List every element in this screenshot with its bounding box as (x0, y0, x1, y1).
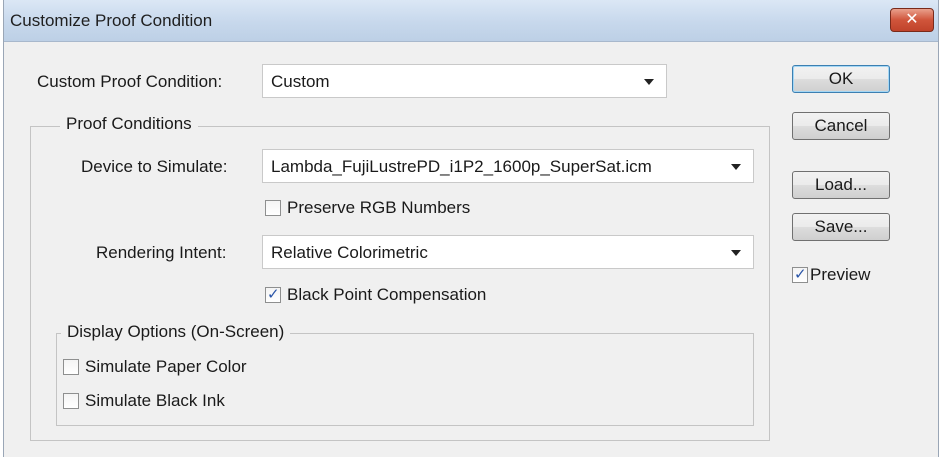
custom-condition-label: Custom Proof Condition: (37, 72, 223, 91)
device-label: Device to Simulate: (81, 157, 228, 176)
chevron-down-icon (644, 79, 654, 85)
device-value: Lambda_FujiLustrePD_i1P2_1600p_SuperSat.… (271, 157, 652, 176)
close-button[interactable]: ✕ (890, 8, 934, 32)
simulate-paper-color-label: Simulate Paper Color (85, 357, 247, 376)
ok-button[interactable]: OK (792, 65, 890, 93)
close-icon: ✕ (905, 11, 919, 28)
save-button[interactable]: Save... (792, 213, 890, 241)
display-options-legend: Display Options (On-Screen) (61, 322, 291, 342)
custom-condition-value: Custom (271, 72, 330, 91)
device-select[interactable]: Lambda_FujiLustrePD_i1P2_1600p_SuperSat.… (262, 149, 754, 183)
preserve-rgb-label: Preserve RGB Numbers (287, 198, 471, 217)
checkbox-box (265, 200, 281, 216)
simulate-black-ink-checkbox[interactable]: Simulate Black Ink (63, 391, 225, 411)
rendering-intent-value: Relative Colorimetric (271, 243, 428, 262)
preserve-rgb-checkbox[interactable]: Preserve RGB Numbers (265, 198, 470, 218)
dialog-window: Customize Proof Condition ✕ Custom Proof… (3, 0, 939, 457)
custom-condition-select[interactable]: Custom (262, 64, 667, 98)
load-button[interactable]: Load... (792, 171, 890, 199)
simulate-black-ink-label: Simulate Black Ink (85, 391, 225, 410)
chevron-down-icon (731, 250, 741, 256)
title-bar[interactable]: Customize Proof Condition ✕ (4, 0, 938, 42)
checkbox-checked (265, 285, 281, 303)
cancel-button[interactable]: Cancel (792, 112, 890, 140)
window-title: Customize Proof Condition (10, 11, 213, 30)
rendering-intent-select[interactable]: Relative Colorimetric (262, 235, 754, 269)
rendering-intent-label: Rendering Intent: (96, 243, 227, 262)
black-point-label: Black Point Compensation (287, 285, 487, 304)
chevron-down-icon (731, 164, 741, 170)
checkbox-box (63, 359, 79, 375)
black-point-checkbox[interactable]: Black Point Compensation (265, 285, 486, 305)
preview-checkbox[interactable]: Preview (792, 265, 870, 285)
display-options-group (56, 333, 754, 426)
checkbox-box (63, 393, 79, 409)
simulate-paper-color-checkbox[interactable]: Simulate Paper Color (63, 357, 247, 377)
preview-label: Preview (810, 265, 871, 284)
checkbox-checked (792, 265, 808, 283)
proof-conditions-legend: Proof Conditions (60, 114, 198, 134)
